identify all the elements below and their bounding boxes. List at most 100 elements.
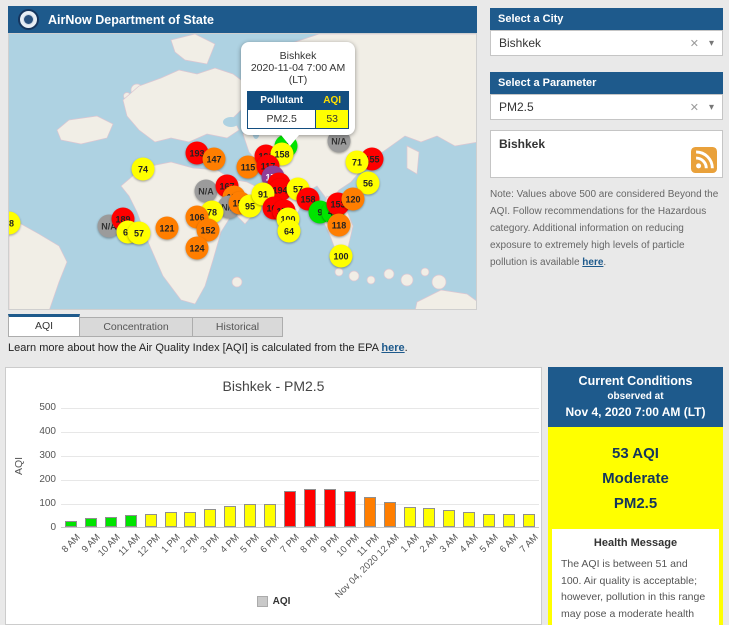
bar-2 PM[interactable]: [184, 512, 196, 527]
current-conditions-header: Current Conditions observed at Nov 4, 20…: [548, 367, 723, 427]
map-marker[interactable]: 57: [128, 222, 151, 245]
y-tick-label: 400: [39, 426, 56, 437]
learn-more-suffix: .: [405, 342, 408, 354]
observed-at-label: observed at: [552, 391, 719, 402]
gridline: [61, 480, 539, 481]
popup-aqi-header: AQI: [316, 92, 349, 110]
popup-table: Pollutant AQI PM2.5 53: [247, 91, 349, 129]
bar-2 AM[interactable]: [423, 508, 435, 527]
note-text: Note: Values above 500 are considered Be…: [490, 186, 723, 271]
bar-11 PM[interactable]: [364, 497, 376, 527]
select-city-header: Select a City: [490, 8, 723, 30]
bar-6 AM[interactable]: [503, 514, 515, 527]
tab-historical[interactable]: Historical: [193, 317, 283, 337]
chart-legend[interactable]: AQI: [6, 596, 541, 607]
bar-9 PM[interactable]: [324, 489, 336, 527]
aqi-chart: Bishkek - PM2.5 AQI 0100200300400500 8 A…: [5, 367, 542, 625]
observed-at-datetime: Nov 4, 2020 7:00 AM (LT): [552, 405, 719, 419]
bar-10 AM[interactable]: [105, 517, 117, 527]
rss-icon[interactable]: [691, 147, 717, 173]
gridline: [61, 456, 539, 457]
current-aqi-category: Moderate: [548, 467, 723, 492]
gridline: [61, 408, 539, 409]
gridline: [61, 504, 539, 505]
map-marker[interactable]: 71: [346, 151, 369, 174]
bar-10 PM[interactable]: [344, 491, 356, 527]
x-labels: 8 AM9 AM10 AM11 AM12 PM1 PM2 PM3 PM4 PM5…: [6, 532, 543, 602]
health-message-box: Health Message The AQI is between 51 and…: [552, 529, 719, 625]
map-marker[interactable]: 64: [278, 220, 301, 243]
popup-datetime: 2020-11-04 7:00 AM (LT): [247, 62, 349, 86]
city-select-value: Bishkek: [499, 36, 690, 50]
bar-1 PM[interactable]: [165, 512, 177, 527]
current-conditions-panel: Current Conditions observed at Nov 4, 20…: [548, 367, 723, 625]
popup-pollutant-header: Pollutant: [248, 92, 316, 110]
learn-more-body: Learn more about how the Air Quality Ind…: [8, 342, 381, 354]
airnow-page: AirNow Department of State: [0, 0, 729, 625]
bar-11 AM[interactable]: [125, 515, 137, 527]
note-suffix: .: [603, 257, 606, 268]
map-marker[interactable]: 147: [203, 148, 226, 171]
chevron-down-icon[interactable]: ▾: [709, 38, 714, 49]
select-parameter-header: Select a Parameter: [490, 72, 723, 94]
map-marker[interactable]: N/A: [195, 180, 218, 203]
health-message-title: Health Message: [561, 537, 710, 549]
learn-more-here-link[interactable]: here: [381, 342, 404, 354]
bar-Nov 04, 2020 12 AM[interactable]: [384, 502, 396, 527]
chevron-down-icon[interactable]: ▾: [709, 102, 714, 113]
popup-aqi-value: 53: [316, 110, 349, 129]
parameter-select-value: PM2.5: [499, 100, 690, 114]
city-select[interactable]: Bishkek ✕ ▾: [490, 30, 723, 56]
current-pollutant: PM2.5: [548, 492, 723, 517]
bar-7 AM[interactable]: [523, 514, 535, 527]
popup-city: Bishkek: [247, 50, 349, 62]
popup-pollutant-value: PM2.5: [248, 110, 316, 129]
bar-3 PM[interactable]: [204, 509, 216, 527]
tab-concentration[interactable]: Concentration: [80, 317, 193, 337]
chart-title: Bishkek - PM2.5: [6, 378, 541, 394]
bar-7 PM[interactable]: [284, 491, 296, 527]
feed-city-label: Bishkek: [499, 137, 545, 151]
y-ticks: 0100200300400500: [20, 408, 56, 528]
current-aqi-block: 53 AQI Moderate PM2.5: [548, 427, 723, 529]
bar-9 AM[interactable]: [85, 518, 97, 527]
bar-4 AM[interactable]: [463, 512, 475, 527]
legend-swatch: [257, 596, 268, 607]
map-popup: Bishkek 2020-11-04 7:00 AM (LT) Pollutan…: [241, 42, 355, 135]
tab-bar: AQI Concentration Historical: [8, 314, 283, 337]
clear-icon[interactable]: ✕: [690, 101, 699, 114]
bar-1 AM[interactable]: [404, 507, 416, 527]
legend-label: AQI: [273, 596, 291, 607]
y-tick-label: 200: [39, 474, 56, 485]
map-marker[interactable]: 100: [330, 245, 353, 268]
bar-8 PM[interactable]: [304, 489, 316, 527]
health-message-text: The AQI is between 51 and 100. Air quali…: [561, 556, 710, 625]
bar-6 PM[interactable]: [264, 504, 276, 527]
gridline: [61, 432, 539, 433]
department-of-state-seal-icon: [18, 9, 39, 30]
feed-box: Bishkek: [490, 130, 723, 178]
bar-4 PM[interactable]: [224, 506, 236, 527]
bar-12 PM[interactable]: [145, 514, 157, 527]
app-title: AirNow Department of State: [48, 13, 214, 27]
bar-8 AM[interactable]: [65, 521, 77, 527]
learn-more-text: Learn more about how the Air Quality Ind…: [8, 342, 408, 354]
y-tick-label: 100: [39, 498, 56, 509]
bar-5 AM[interactable]: [483, 514, 495, 527]
map-marker[interactable]: 120: [342, 188, 365, 211]
note-here-link[interactable]: here: [582, 257, 603, 268]
map-marker[interactable]: 74: [132, 158, 155, 181]
bar-3 AM[interactable]: [443, 510, 455, 527]
y-tick-label: 300: [39, 450, 56, 461]
map-marker[interactable]: 124: [186, 237, 209, 260]
popup-tail: [281, 135, 299, 146]
map-marker[interactable]: 121: [156, 217, 179, 240]
app-header: AirNow Department of State: [8, 6, 477, 33]
current-conditions-title: Current Conditions: [552, 374, 719, 388]
map-marker[interactable]: 118: [328, 214, 351, 237]
clear-icon[interactable]: ✕: [690, 37, 699, 50]
tab-aqi[interactable]: AQI: [8, 314, 80, 337]
bar-5 PM[interactable]: [244, 504, 256, 527]
map[interactable]: 535819314774N/A167150N/A1529578115N/A189…: [8, 33, 477, 310]
parameter-select[interactable]: PM2.5 ✕ ▾: [490, 94, 723, 120]
